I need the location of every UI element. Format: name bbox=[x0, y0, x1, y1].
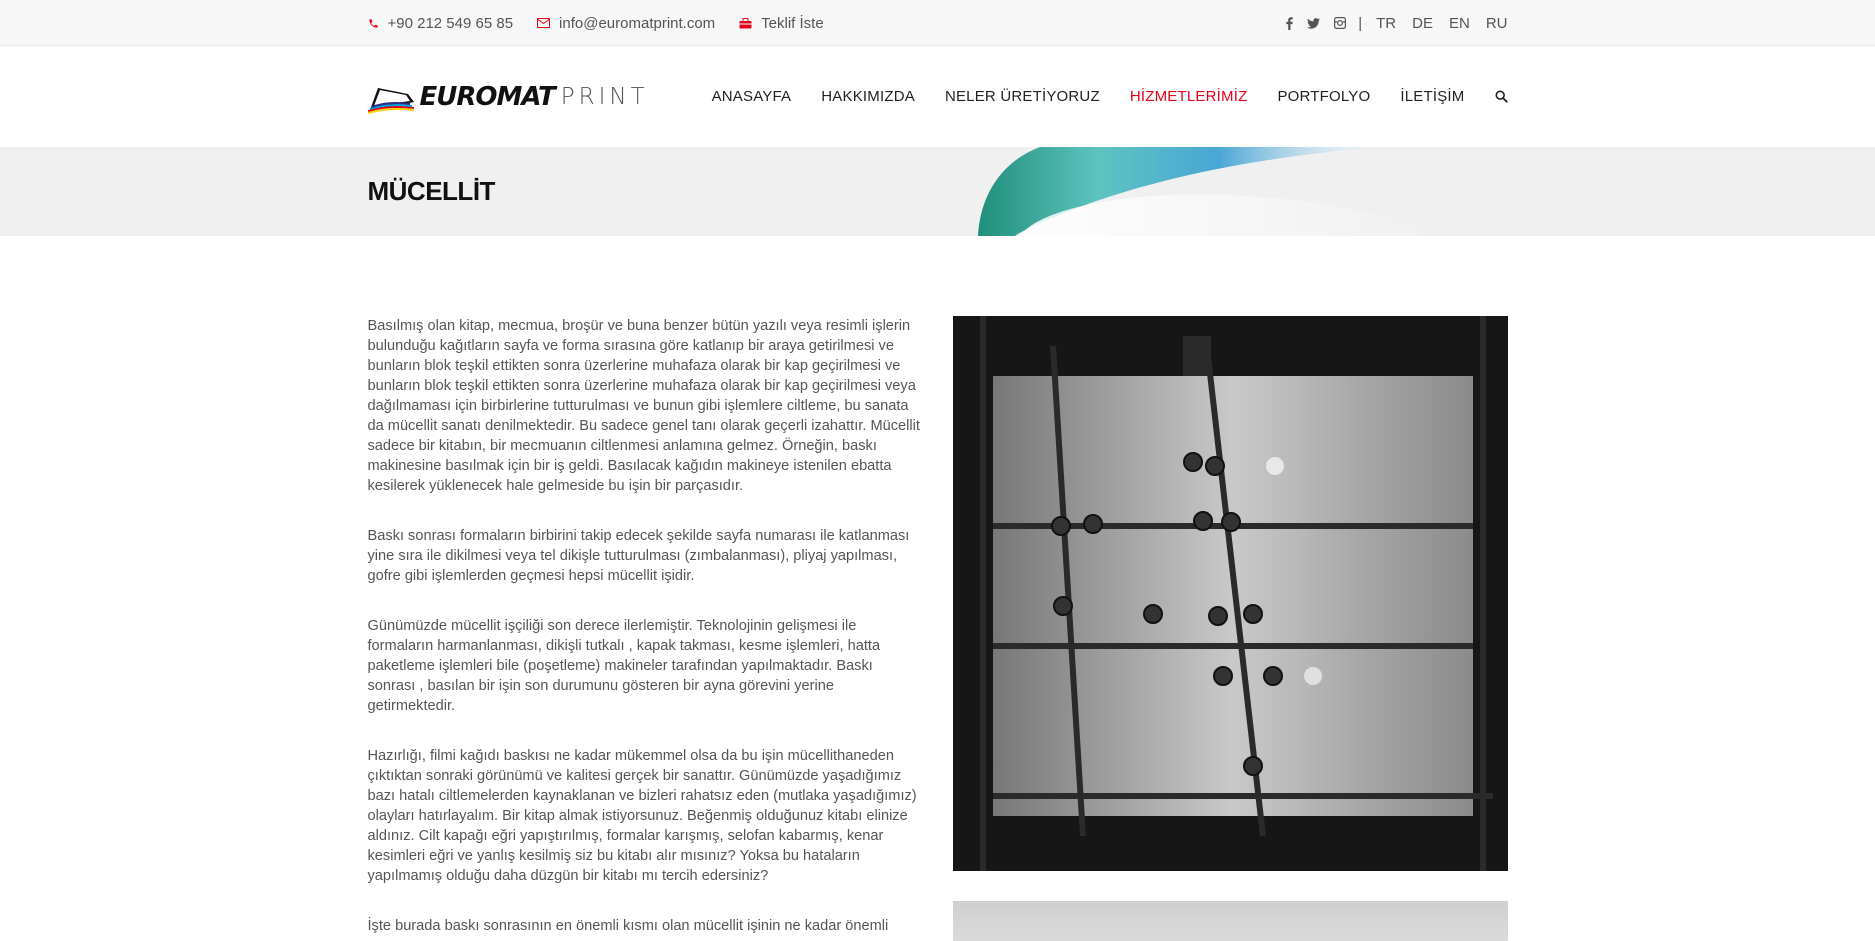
nav-item-neler-uretiyoruz[interactable]: NELER ÜRETİYORUZ bbox=[945, 88, 1100, 105]
binding-machine-photo bbox=[952, 316, 1508, 871]
phone-icon bbox=[368, 18, 379, 29]
email-text: info@euromatprint.com bbox=[559, 14, 716, 32]
paragraph: Basılmış olan kitap, mecmua, broşür ve b… bbox=[367, 318, 920, 494]
logo-text-bold: EUROMAT bbox=[419, 81, 556, 112]
logo-text-light: PRINT bbox=[560, 83, 649, 110]
main-content: Basılmış olan kitap, mecmua, broşür ve b… bbox=[0, 236, 1875, 941]
phone-contact[interactable]: +90 212 549 65 85 bbox=[368, 14, 514, 32]
page-title: MÜCELLİT bbox=[367, 176, 496, 206]
site-header: EUROMAT PRINT ANASAYFA HAKKIMIZDA NELER … bbox=[0, 46, 1875, 147]
logo-mark-icon bbox=[367, 87, 414, 114]
nav-item-anasayfa[interactable]: ANASAYFA bbox=[712, 88, 792, 105]
briefcase-icon bbox=[739, 17, 752, 29]
paragraph: İşte burada baskı sonrasının en önemli k… bbox=[367, 918, 889, 934]
lang-tr[interactable]: TR bbox=[1376, 15, 1396, 32]
second-photo bbox=[952, 901, 1508, 941]
paragraph: Baskı sonrası formaların birbirini takip… bbox=[367, 528, 910, 584]
main-nav: ANASAYFA HAKKIMIZDA NELER ÜRETİYORUZ HİZ… bbox=[712, 88, 1508, 105]
quote-text: Teklif İste bbox=[761, 14, 824, 32]
instagram-icon[interactable] bbox=[1334, 17, 1347, 29]
nav-item-hakkimizda[interactable]: HAKKIMIZDA bbox=[821, 88, 915, 105]
email-contact[interactable]: info@euromatprint.com bbox=[537, 15, 715, 32]
image-column bbox=[952, 316, 1508, 941]
quote-link[interactable]: Teklif İste bbox=[739, 15, 824, 32]
social-links bbox=[1286, 16, 1347, 30]
lang-de[interactable]: DE bbox=[1412, 15, 1433, 32]
search-icon[interactable] bbox=[1494, 90, 1508, 103]
separator: | bbox=[1358, 14, 1363, 32]
twitter-icon[interactable] bbox=[1307, 17, 1321, 29]
lang-en[interactable]: EN bbox=[1449, 15, 1470, 32]
article-text: Basılmış olan kitap, mecmua, broşür ve b… bbox=[368, 316, 924, 941]
envelope-icon bbox=[537, 18, 551, 28]
site-logo[interactable]: EUROMAT PRINT bbox=[367, 80, 649, 114]
nav-item-hizmetlerimiz[interactable]: HİZMETLERİMİZ bbox=[1130, 88, 1248, 105]
phone-text: +90 212 549 65 85 bbox=[387, 14, 514, 32]
page-titlebar: MÜCELLİT bbox=[0, 147, 1875, 236]
topbar: +90 212 549 65 85 info@euromatprint.com … bbox=[0, 0, 1875, 46]
lang-ru[interactable]: RU bbox=[1486, 15, 1508, 32]
facebook-icon[interactable] bbox=[1286, 16, 1293, 30]
paragraph: Hazırlığı, filmi kağıdı baskısı ne kadar… bbox=[367, 748, 917, 884]
language-switcher: TR DE EN RU bbox=[1376, 15, 1507, 32]
nav-item-portfolyo[interactable]: PORTFOLYO bbox=[1277, 88, 1370, 105]
paragraph: Günümüzde mücellit işçiliği son derece i… bbox=[367, 618, 881, 714]
nav-item-iletisim[interactable]: İLETİŞİM bbox=[1400, 88, 1464, 105]
